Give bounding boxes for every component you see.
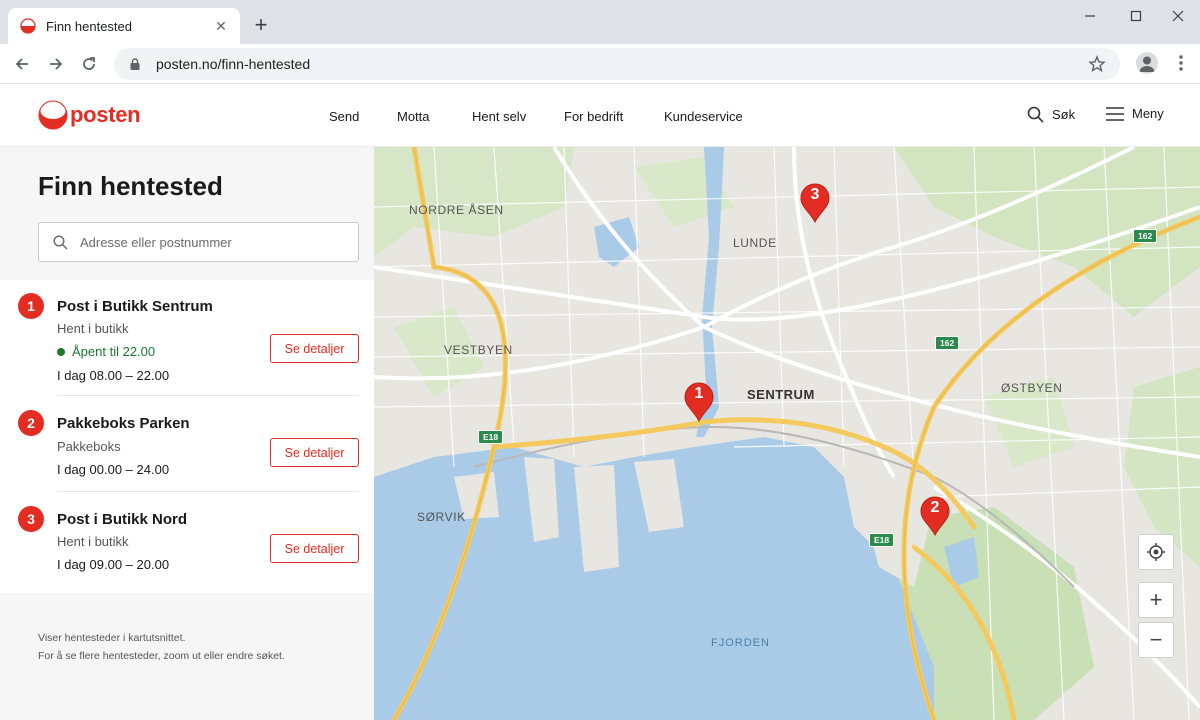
result-name[interactable]: Post i Butikk Sentrum xyxy=(57,298,213,315)
posten-logo[interactable]: posten xyxy=(38,100,141,130)
page-title: Finn hentested xyxy=(38,171,223,201)
map-pin-number: 2 xyxy=(930,499,940,516)
result-type: Hent i butikk xyxy=(57,321,129,336)
nav-item-motta[interactable]: Motta xyxy=(397,109,430,124)
result-name[interactable]: Post i Butikk Nord xyxy=(57,511,187,528)
reload-icon[interactable] xyxy=(77,52,101,76)
map-label-sorvik: SØRVIK xyxy=(417,510,466,524)
open-status-dot-icon xyxy=(57,347,65,356)
nav-item-hent-selv[interactable]: Hent selv xyxy=(472,109,526,124)
lock-icon xyxy=(130,58,140,70)
map-label-nordre-asen: NORDRE ÅSEN xyxy=(409,203,504,217)
opening-hours: I dag 08.00 – 22.00 xyxy=(57,368,170,383)
logo-text: posten xyxy=(70,102,141,127)
tab-title: Finn hentested xyxy=(46,18,133,34)
maximize-icon[interactable] xyxy=(1114,6,1158,26)
browser-tabstrip: Finn hentested ✕ + xyxy=(0,0,1200,44)
zoom-in-button[interactable]: + xyxy=(1138,582,1174,618)
footer-line-2: For å se flere hentesteder, zoom ut elle… xyxy=(38,650,285,662)
forward-arrow-icon[interactable] xyxy=(44,52,68,76)
browser-tab[interactable]: Finn hentested ✕ xyxy=(8,8,240,44)
map-label-fjorden: FJORDEN xyxy=(711,637,770,649)
map-pin-number: 1 xyxy=(694,385,704,402)
tab-close-icon[interactable]: ✕ xyxy=(212,18,230,35)
bookmark-star-icon[interactable] xyxy=(1088,55,1106,73)
sidebar-top: Finn hentested xyxy=(0,147,374,280)
road-shield-e18: E18 xyxy=(478,430,504,444)
profile-avatar-icon[interactable] xyxy=(1136,52,1158,74)
details-button[interactable]: Se detaljer xyxy=(270,334,359,363)
my-location-button[interactable] xyxy=(1138,534,1174,570)
header-menu-button[interactable]: Meny xyxy=(1106,106,1164,121)
back-arrow-icon[interactable] xyxy=(10,52,34,76)
map-pin-number: 3 xyxy=(810,186,820,203)
map-pin-3[interactable]: 3 xyxy=(799,183,831,224)
opening-hours: I dag 00.00 – 24.00 xyxy=(57,462,170,477)
list-item[interactable]: 3 Post i Butikk Nord Hent i butikk I dag… xyxy=(0,492,374,592)
open-status-text: Åpent til 22.00 xyxy=(72,344,156,359)
map-label-lunde: LUNDE xyxy=(733,236,777,250)
map-label-vestbyen: VESTBYEN xyxy=(444,343,513,357)
map-pin-1[interactable]: 1 xyxy=(683,382,715,423)
results-list: 1 Post i Butikk Sentrum Hent i butikk Åp… xyxy=(0,280,374,593)
address-bar[interactable]: posten.no/finn-hentested xyxy=(114,48,1120,80)
browser-menu-icon[interactable] xyxy=(1174,54,1188,74)
list-item[interactable]: 2 Pakkeboks Parken Pakkeboks I dag 00.00… xyxy=(0,396,374,492)
menu-label: Meny xyxy=(1132,106,1164,121)
new-tab-button[interactable]: + xyxy=(250,14,272,36)
search-label: Søk xyxy=(1052,107,1076,122)
search-icon xyxy=(53,234,68,249)
address-search-input[interactable] xyxy=(80,234,340,250)
map-label-ostbyen: ØSTBYEN xyxy=(1001,381,1063,395)
nav-item-send[interactable]: Send xyxy=(329,109,359,124)
details-button[interactable]: Se detaljer xyxy=(270,534,359,563)
posten-favicon-icon xyxy=(20,18,36,34)
browser-toolbar: posten.no/finn-hentested xyxy=(0,44,1200,84)
open-status: Åpent til 22.00 xyxy=(57,344,155,359)
details-button[interactable]: Se detaljer xyxy=(270,438,359,467)
result-number-badge: 1 xyxy=(18,293,44,319)
posten-logo-icon xyxy=(38,100,68,130)
zoom-out-button[interactable]: − xyxy=(1138,622,1174,658)
results-footer-note: Viser hentesteder i kartutsnittet. For å… xyxy=(38,629,285,665)
result-name[interactable]: Pakkeboks Parken xyxy=(57,415,190,432)
list-item[interactable]: 1 Post i Butikk Sentrum Hent i butikk Åp… xyxy=(0,280,374,396)
map-label-sentrum: SENTRUM xyxy=(747,387,815,402)
map-pin-2[interactable]: 2 xyxy=(919,496,951,537)
minimize-icon[interactable] xyxy=(1068,6,1112,26)
footer-line-1: Viser hentesteder i kartutsnittet. xyxy=(38,632,186,644)
search-icon xyxy=(1027,106,1044,123)
site-header: posten Send Motta Hent selv For bedrift … xyxy=(0,85,1200,147)
nav-item-for-bedrift[interactable]: For bedrift xyxy=(564,109,623,124)
result-type: Pakkeboks xyxy=(57,439,121,454)
nav-item-kundeservice[interactable]: Kundeservice xyxy=(664,109,743,124)
hamburger-menu-icon xyxy=(1106,106,1124,121)
map-view[interactable]: NORDRE ÅSEN LUNDE VESTBYEN SENTRUM ØSTBY… xyxy=(374,147,1200,720)
window-close-icon[interactable] xyxy=(1156,6,1200,26)
opening-hours: I dag 09.00 – 20.00 xyxy=(57,557,170,572)
address-search-field[interactable] xyxy=(38,222,359,262)
result-type: Hent i butikk xyxy=(57,534,129,549)
result-number-badge: 3 xyxy=(18,506,44,532)
road-shield-e18: E18 xyxy=(869,533,895,547)
locate-crosshair-icon xyxy=(1147,543,1165,561)
header-search-button[interactable]: Søk xyxy=(1027,106,1075,123)
road-shield-162: 162 xyxy=(1133,229,1158,243)
road-shield-162: 162 xyxy=(935,336,960,350)
sidebar-panel: Finn hentested 1 Post i Butikk Sentrum H… xyxy=(0,147,374,720)
url-text: posten.no/finn-hentested xyxy=(156,56,311,72)
result-number-badge: 2 xyxy=(18,410,44,436)
